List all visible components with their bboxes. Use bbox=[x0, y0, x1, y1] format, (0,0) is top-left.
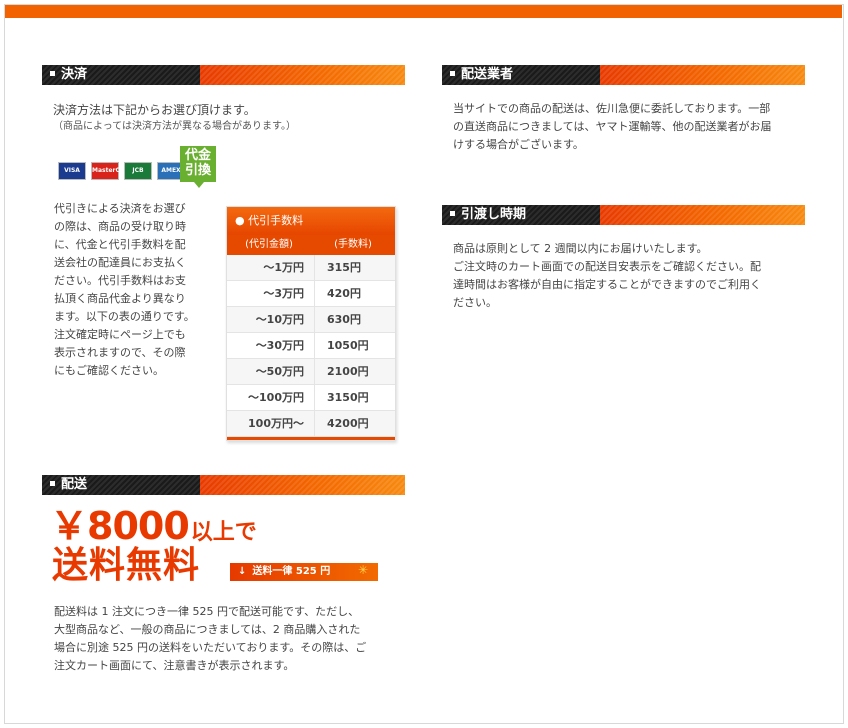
delivery-line: 達時間はお客様が自由に指定することができますのでご利用く bbox=[453, 278, 761, 291]
section-header-payment: 決済 bbox=[42, 65, 405, 85]
bullet-icon bbox=[50, 71, 55, 76]
fee-amount: 〜100万円 bbox=[227, 385, 315, 410]
fee-amount: 100万円〜 bbox=[227, 411, 315, 436]
threshold-price: ￥8000 bbox=[50, 504, 190, 548]
shipping-line: 大型商品など、一般の商品につきましては、2 商品購入された bbox=[54, 623, 361, 636]
cod-line: ます。以下の表の通りです。 bbox=[54, 310, 195, 323]
table-row: 〜100万円 3150円 bbox=[227, 385, 395, 411]
cod-badge-line2: 引換 bbox=[184, 163, 211, 178]
table-row: 〜30万円 1050円 bbox=[227, 333, 395, 359]
arrow-down-icon: ↓ bbox=[238, 566, 247, 577]
fee-table-col-amount: (代引金額) bbox=[245, 239, 293, 250]
fee-value: 315円 bbox=[327, 261, 361, 274]
fee-value: 630円 bbox=[327, 313, 361, 326]
payment-intro: 決済方法は下記からお選び頂けます。 bbox=[53, 103, 256, 117]
fee-table-header: (代引金額) (手数料) bbox=[227, 235, 395, 255]
delivery-line: ださい。 bbox=[453, 296, 497, 309]
section-title: 決済 bbox=[61, 67, 88, 82]
mastercard-icon: MasterCard bbox=[91, 161, 131, 180]
fee-amount: 〜1万円 bbox=[227, 255, 315, 280]
shipping-line: 場合に別途 525 円の送料をいただいております。その際は、ご bbox=[54, 641, 367, 654]
jcb-card-icon: JCB bbox=[124, 161, 152, 180]
cod-fee-table: ● 代引手数料 (代引金額) (手数料) 〜1万円 315円 〜3万円 420円 〜… bbox=[226, 206, 396, 441]
carrier-line: の直送商品につきましては、ヤマト運輸等、他の配送業者がお届 bbox=[453, 120, 772, 133]
table-row: 〜10万円 630円 bbox=[227, 307, 395, 333]
fee-amount: 〜10万円 bbox=[227, 307, 315, 332]
fee-table-title: ● 代引手数料 bbox=[227, 207, 395, 235]
cod-badge-line1: 代金 bbox=[184, 148, 211, 163]
table-row: 100万円〜 4200円 bbox=[227, 411, 395, 437]
carrier-line: 当サイトでの商品の配送は、佐川急便に委託しております。一部 bbox=[453, 102, 771, 115]
section-header-delivery-time: 引渡し時期 bbox=[442, 205, 805, 225]
card-logos: VISA MasterCardJCB AMEX bbox=[58, 160, 190, 180]
fee-amount: 〜30万円 bbox=[227, 333, 315, 358]
carrier-line: けする場合がございます。 bbox=[453, 138, 584, 151]
fee-amount: 〜3万円 bbox=[227, 281, 315, 306]
cod-line: 代引きによる決済をお選び bbox=[54, 202, 186, 215]
sparkle-icon: ✳ bbox=[357, 563, 368, 577]
shipping-line: 配送料は 1 注文につき一律 525 円で配送可能です、ただし、 bbox=[54, 605, 360, 618]
bullet-icon bbox=[450, 211, 455, 216]
fee-value: 420円 bbox=[327, 287, 361, 300]
section-title: 配送業者 bbox=[461, 67, 514, 82]
top-accent-bar bbox=[5, 5, 842, 18]
bullet-icon bbox=[450, 71, 455, 76]
shipping-description: 配送料は 1 注文につき一律 525 円で配送可能です、ただし、 大型商品など、… bbox=[54, 603, 404, 675]
free-shipping-threshold: ￥8000以上で bbox=[50, 506, 257, 546]
table-row: 〜1万円 315円 bbox=[227, 255, 395, 281]
flat-rate-label: 送料一律 525 円 bbox=[252, 566, 331, 577]
fee-value: 2100円 bbox=[327, 365, 369, 378]
bullet-icon bbox=[50, 481, 55, 486]
cod-line: 送会社の配達員にお支払く bbox=[54, 256, 186, 269]
threshold-suffix: 以上で bbox=[190, 520, 257, 545]
cod-badge-icon: 代金 引換 bbox=[180, 146, 216, 188]
table-row: 〜50万円 2100円 bbox=[227, 359, 395, 385]
cod-line: 注文確定時にページ上でも bbox=[54, 328, 186, 341]
delivery-line: ご注文時のカート画面での配送目安表示をご確認ください。配 bbox=[453, 260, 761, 273]
cod-line: 払頂く商品代金より異なり bbox=[54, 292, 186, 305]
fee-amount: 〜50万円 bbox=[227, 359, 315, 384]
delivery-line: 商品は原則として 2 週間以内にお届けいたします。 bbox=[453, 242, 708, 255]
fee-value: 1050円 bbox=[327, 339, 369, 352]
fee-value: 4200円 bbox=[327, 417, 369, 430]
fee-value: 3150円 bbox=[327, 391, 369, 404]
payment-note: （商品によっては決済方法が異なる場合があります。） bbox=[53, 121, 296, 132]
flat-rate-ribbon: ↓ 送料一律 525 円 ✳ bbox=[230, 563, 378, 581]
visa-card-icon: VISA bbox=[58, 161, 86, 180]
free-shipping-label: 送料無料 bbox=[52, 545, 201, 586]
cod-line: ださい。代引手数料はお支 bbox=[54, 274, 186, 287]
cod-line: 表示されますので、その際 bbox=[54, 346, 186, 359]
cod-line: の際は、商品の受け取り時 bbox=[54, 220, 186, 233]
section-title: 引渡し時期 bbox=[461, 207, 527, 222]
section-header-shipping: 配送 bbox=[42, 475, 405, 495]
cod-line: にもご確認ください。 bbox=[54, 364, 164, 377]
section-header-carrier: 配送業者 bbox=[442, 65, 805, 85]
section-title: 配送 bbox=[61, 477, 88, 492]
fee-table-col-fee: (手数料) bbox=[334, 239, 372, 250]
delivery-time-description: 商品は原則として 2 週間以内にお届けいたします。 ご注文時のカート画面での配送… bbox=[453, 240, 803, 312]
fee-table-footer bbox=[227, 437, 395, 440]
shipping-line: 注文カート画面にて、注意書きが表示されます。 bbox=[54, 659, 295, 672]
cod-line: に、代金と代引手数料を配 bbox=[54, 238, 186, 251]
table-row: 〜3万円 420円 bbox=[227, 281, 395, 307]
fee-table-body: 〜1万円 315円 〜3万円 420円 〜10万円 630円 〜30万円 1050円 〜… bbox=[227, 255, 395, 437]
carrier-description: 当サイトでの商品の配送は、佐川急便に委託しております。一部 の直送商品につきまし… bbox=[453, 100, 803, 154]
cod-description: 代引きによる決済をお選び の際は、商品の受け取り時 に、代金と代引手数料を配 送… bbox=[54, 200, 214, 380]
